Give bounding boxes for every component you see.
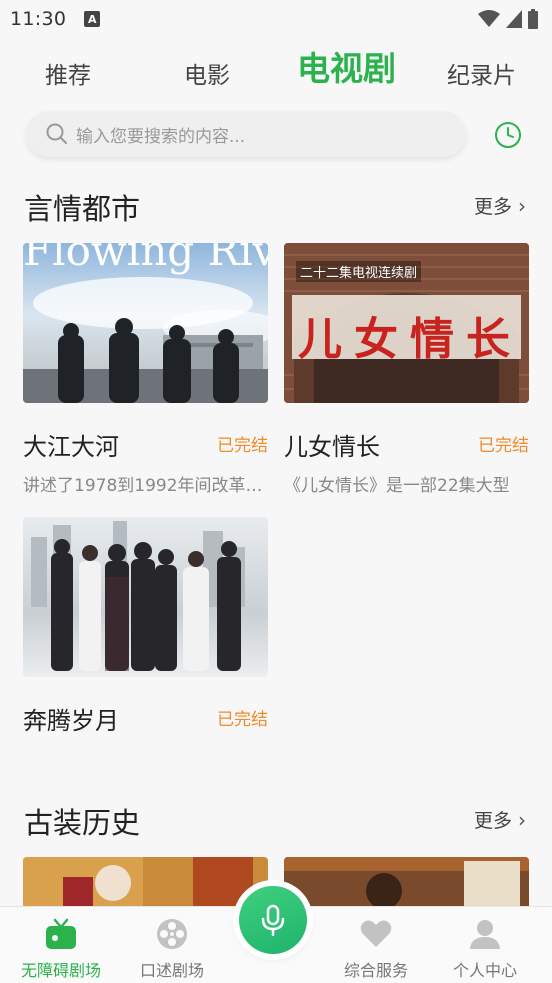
chevron-right-icon: › [518,193,527,218]
section-header-historical: 古装历史 更多 › [0,800,552,840]
person-icon [470,920,500,949]
poster-artwork [23,857,268,906]
more-label: 更多 [474,196,513,218]
battery-icon [528,9,538,29]
nav-label: 综合服务 [343,961,408,980]
status-bar: 11:30 A [0,0,552,38]
nav-label: 个人中心 [452,961,517,980]
voice-search-button[interactable] [239,886,307,954]
poster-image: Flowing River [23,243,268,403]
tab-movies[interactable]: 电影 [184,56,230,90]
show-description: 《儿女情长》是一部22集大型 [284,476,510,496]
poster-image[interactable] [284,857,529,906]
nav-profile[interactable]: 个人中心 [430,907,540,983]
status-time: 11:30 [10,8,67,30]
search-input[interactable]: 输入您要搜索的内容... [26,111,466,157]
nav-services[interactable]: 综合服务 [321,907,431,983]
nav-label: 无障碍剧场 [20,961,101,980]
show-title: 儿女情长 [284,433,380,461]
show-card[interactable]: Flowing River 大江大河 已完结 讲述了1978到1992年间改革开… [23,243,268,503]
poster-artwork [31,521,245,671]
search-placeholder: 输入您要搜索的内容... [76,126,246,147]
tab-tv-series[interactable]: 电视剧 [297,42,396,90]
show-card[interactable]: 奔腾岁月 已完结 [23,517,268,737]
history-clock-icon[interactable] [493,120,523,150]
signal-icon [506,10,522,28]
section-title: 言情都市 [24,192,141,226]
search-row: 输入您要搜索的内容... [0,111,552,159]
show-title: 大江大河 [23,433,119,461]
chevron-right-icon: › [518,807,527,832]
search-icon [46,123,67,144]
poster-artwork [284,857,529,906]
more-label: 更多 [474,810,513,832]
section-title: 古装历史 [24,806,141,840]
tab-documentary[interactable]: 纪录片 [447,56,516,90]
tv-icon [46,918,76,949]
show-title: 奔腾岁月 [23,707,119,735]
microphone-icon [261,904,285,936]
heart-hands-icon [360,920,392,947]
poster-subtitle-text: 二十二集电视连续剧 [296,261,422,282]
poster-title-text: 儿女情长 [298,314,522,365]
poster-title-text: Flowing River [23,243,268,275]
more-link[interactable]: 更多 › [474,192,526,219]
film-reel-icon [157,919,187,949]
poster-image[interactable] [23,857,268,906]
wifi-icon [478,10,500,27]
status-badge: 已完结 [217,436,268,456]
poster-image: 二十二集电视连续剧 儿女情长 [284,243,529,403]
status-badge: 已完结 [478,436,529,456]
poster-image [23,517,268,677]
status-badge: 已完结 [217,710,268,730]
show-description: 讲述了1978到1992年间改革开放 [23,476,268,496]
tab-recommend[interactable]: 推荐 [45,56,91,90]
nav-narrated-theater[interactable]: 口述剧场 [117,907,227,983]
section-header-romance: 言情都市 更多 › [0,186,552,226]
nav-accessible-theater[interactable]: 无障碍剧场 [6,907,116,983]
category-tabs: 推荐 电影 电视剧 纪录片 [0,44,552,104]
nav-label: 口述剧场 [139,961,204,980]
more-link[interactable]: 更多 › [474,806,526,833]
status-icons [478,9,538,29]
show-card[interactable]: 二十二集电视连续剧 儿女情长 儿女情长 已完结 《儿女情长》是一部22集大型 [284,243,529,503]
notification-icon: A [84,11,101,27]
